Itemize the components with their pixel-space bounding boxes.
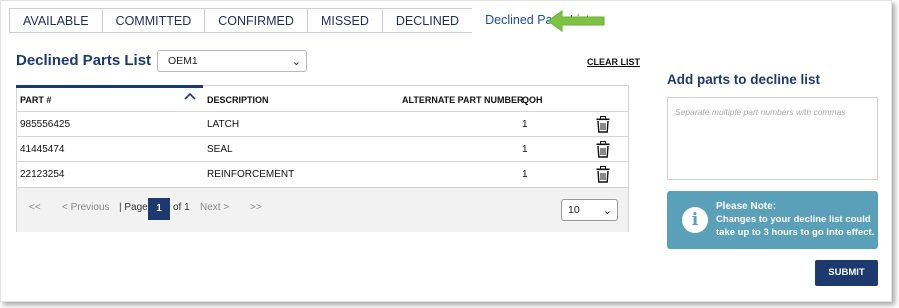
tab-confirmed[interactable]: CONFIRMED (204, 8, 307, 33)
table-row: 41445474 SEAL 1 (17, 136, 628, 162)
current-page-input[interactable]: 1 (148, 198, 170, 220)
part-numbers-textarea[interactable]: Separate multiple part numbers with comm… (667, 97, 878, 180)
tab-available[interactable]: AVAILABLE (9, 8, 102, 33)
chevron-down-icon: ⌄ (602, 205, 612, 217)
note-box: i Please Note: Changes to your decline l… (667, 191, 878, 249)
tab-committed[interactable]: COMMITTED (101, 8, 205, 33)
cell-part: 41445474 (20, 144, 65, 155)
header-alternate[interactable]: ALTERNATE PART NUMBER (402, 88, 524, 113)
chevron-down-icon: ⌄ (291, 56, 301, 68)
first-page-button[interactable]: << (29, 202, 41, 213)
last-page-button[interactable]: >> (250, 202, 262, 213)
page-size-value: 10 (568, 204, 580, 216)
previous-page-button[interactable]: < Previous (62, 202, 110, 213)
cell-qoh: 1 (522, 169, 528, 180)
cell-description: SEAL (207, 144, 233, 155)
header-part[interactable]: PART # (20, 88, 51, 113)
oem-select[interactable]: OEM1 ⌄ (157, 50, 307, 72)
trash-icon[interactable] (596, 166, 610, 183)
info-icon: i (682, 207, 708, 233)
trash-icon[interactable] (596, 116, 610, 133)
note-text: Changes to your decline list could take … (716, 214, 875, 238)
clear-list-link[interactable]: CLEAR LIST (587, 57, 640, 67)
add-parts-title: Add parts to decline list (667, 72, 821, 87)
trash-icon[interactable] (596, 141, 610, 158)
cell-part: 22123254 (20, 169, 65, 180)
table-row: 985556425 LATCH 1 (17, 111, 628, 137)
parts-table: PART # DESCRIPTION ALTERNATE PART NUMBER… (16, 85, 629, 232)
tab-bar: AVAILABLE COMMITTED CONFIRMED MISSED DEC… (9, 8, 603, 33)
submit-button[interactable]: SUBMIT (815, 260, 878, 286)
textarea-placeholder: Separate multiple part numbers with comm… (675, 107, 846, 117)
header-description[interactable]: DESCRIPTION (207, 88, 269, 113)
green-arrow-icon (547, 10, 605, 32)
pagination-bar: << < Previous | Page 1 of 1 Next > >> 10… (17, 187, 628, 232)
page-title: Declined Parts List (16, 52, 152, 69)
caret-up-icon[interactable] (184, 92, 196, 100)
note-title: Please Note: (716, 201, 777, 212)
tab-missed[interactable]: MISSED (306, 8, 382, 33)
table-header: PART # DESCRIPTION ALTERNATE PART NUMBER… (17, 88, 628, 113)
oem-select-value: OEM1 (168, 55, 198, 67)
cell-part: 985556425 (20, 119, 71, 130)
page-total: of 1 (173, 202, 190, 213)
app-window: AVAILABLE COMMITTED CONFIRMED MISSED DEC… (0, 0, 892, 302)
page-label: | Page (119, 202, 148, 213)
cell-description: REINFORCEMENT (207, 169, 295, 180)
cell-qoh: 1 (522, 119, 528, 130)
cell-description: LATCH (207, 119, 240, 130)
tab-declined[interactable]: DECLINED (381, 8, 473, 33)
cell-qoh: 1 (522, 144, 528, 155)
next-page-button[interactable]: Next > (200, 202, 229, 213)
table-row: 22123254 REINFORCEMENT 1 (17, 161, 628, 187)
header-qoh[interactable]: QOH (522, 88, 543, 113)
page-size-select[interactable]: 10 ⌄ (561, 199, 618, 221)
